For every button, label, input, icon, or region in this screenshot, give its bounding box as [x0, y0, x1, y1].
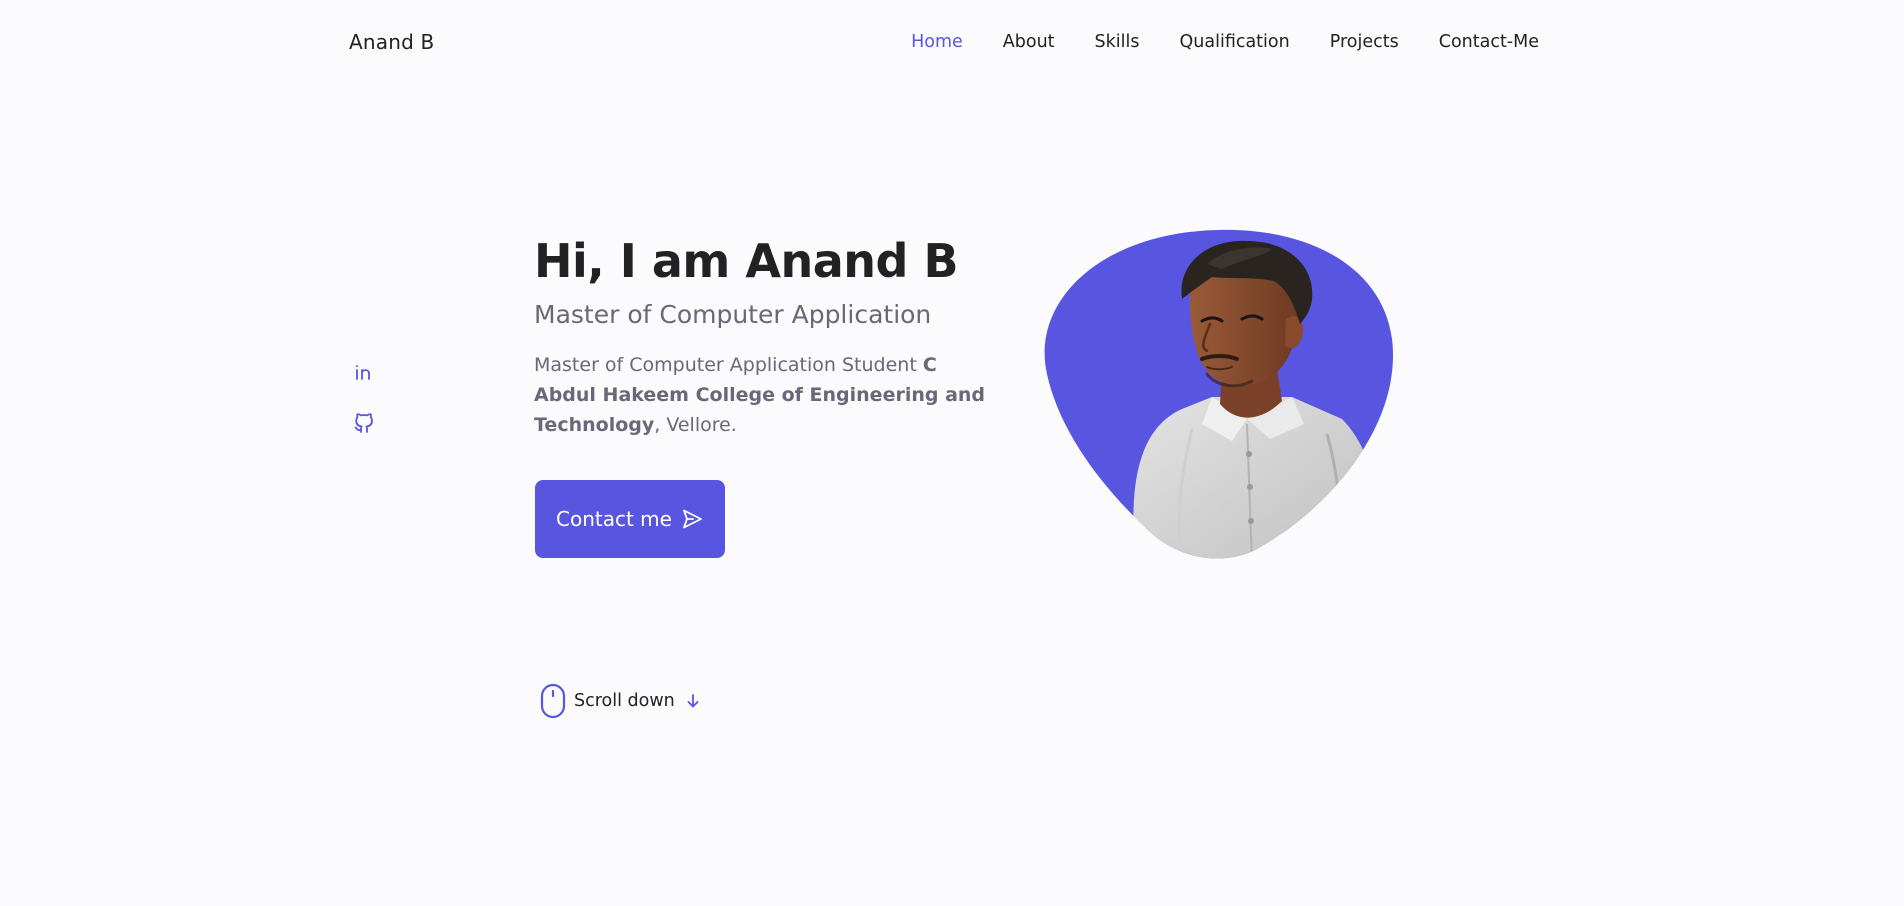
hero-description: Master of Computer Application Student C… [534, 350, 994, 440]
mouse-icon [540, 683, 566, 719]
nav-home[interactable]: Home [911, 29, 963, 55]
nav-about[interactable]: About [1003, 29, 1055, 55]
scroll-down-button[interactable]: Scroll down [540, 683, 701, 719]
hero-subtitle: Master of Computer Application [534, 300, 932, 329]
main-nav: Home About Skills Qualification Projects… [871, 29, 1539, 55]
nav-projects[interactable]: Projects [1330, 29, 1399, 55]
profile-photo [1044, 229, 1394, 559]
nav-qualification[interactable]: Qualification [1180, 29, 1290, 55]
description-suffix: , Vellore. [654, 414, 737, 436]
contact-me-button[interactable]: Contact me [535, 480, 725, 558]
contact-me-label: Contact me [556, 507, 672, 531]
description-prefix: Master of Computer Application Student [534, 354, 923, 376]
social-links [352, 360, 376, 434]
arrow-down-icon [685, 693, 701, 709]
nav-contact-me[interactable]: Contact-Me [1439, 29, 1539, 55]
send-icon [680, 507, 704, 531]
scroll-down-label: Scroll down [574, 691, 675, 711]
site-logo[interactable]: Anand B [349, 29, 434, 55]
hero-title: Hi, I am Anand B [534, 234, 959, 288]
profile-image [1042, 229, 1396, 559]
site-header: Anand B Home About Skills Qualification … [0, 0, 1904, 84]
nav-skills[interactable]: Skills [1095, 29, 1140, 55]
github-icon[interactable] [352, 410, 376, 434]
linkedin-icon[interactable] [352, 360, 376, 384]
